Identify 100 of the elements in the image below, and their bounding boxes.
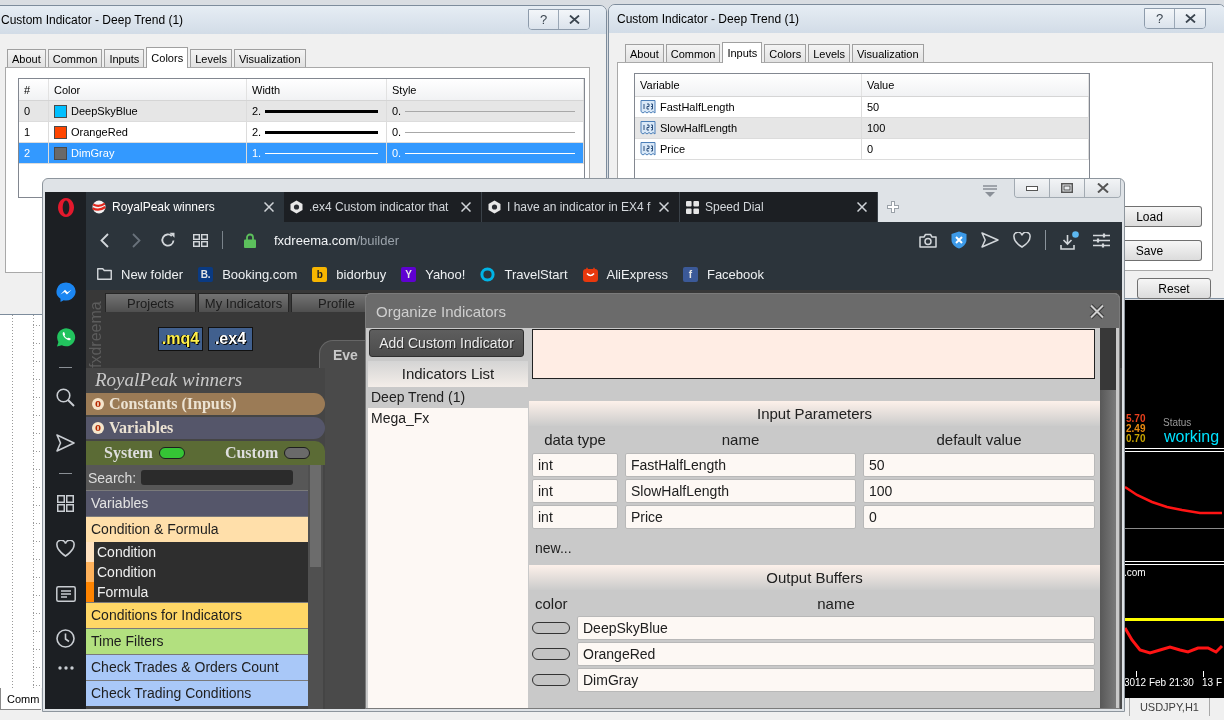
- send-icon[interactable]: [981, 232, 999, 248]
- reading-value: 2.49: [1126, 424, 1146, 434]
- input-field[interactable]: SlowHalfLength: [625, 479, 856, 503]
- file-button[interactable]: .ex4: [208, 327, 253, 351]
- tab[interactable]: Levels: [808, 44, 850, 62]
- clock-icon[interactable]: [56, 629, 75, 648]
- input-field[interactable]: int: [532, 505, 618, 529]
- column-header: Width: [247, 79, 387, 100]
- minimize-button[interactable]: [1015, 179, 1050, 197]
- status-value: working: [1164, 428, 1220, 446]
- column-header: Value: [862, 74, 1089, 96]
- add-indicator-button[interactable]: Add Custom Indicator: [369, 329, 524, 357]
- section-bar[interactable]: o Variables: [86, 417, 325, 439]
- bookmark-link[interactable]: New folder: [97, 266, 184, 282]
- input-field[interactable]: int: [532, 479, 618, 503]
- help-button[interactable]: ?: [1145, 9, 1175, 28]
- category-item[interactable]: Time Filters: [86, 628, 308, 654]
- plus-icon[interactable]: [886, 200, 900, 214]
- tab[interactable]: About: [625, 44, 664, 62]
- shield-icon[interactable]: [951, 231, 967, 249]
- close-button[interactable]: [1175, 9, 1205, 28]
- bookmark-link[interactable]: AliExpress: [582, 266, 668, 282]
- table-cell: 1: [19, 122, 49, 142]
- category-item[interactable]: Condition & Formula: [86, 516, 308, 542]
- maximize-button[interactable]: [1050, 179, 1085, 197]
- search-field[interactable]: [141, 470, 294, 485]
- grid-icon[interactable]: [57, 495, 74, 512]
- description-field[interactable]: [532, 329, 1095, 379]
- terminal-tab[interactable]: Comm: [0, 688, 41, 710]
- settings-icon[interactable]: [1093, 232, 1110, 248]
- chat-bubble-icon[interactable]: [55, 281, 76, 302]
- table-row[interactable]: 0 DeepSkyBlue 2. 0.: [19, 101, 584, 122]
- dialog-button[interactable]: Reset: [1137, 278, 1211, 299]
- help-button[interactable]: ?: [529, 10, 559, 29]
- section-bar[interactable]: o Constants (Inputs): [86, 393, 325, 415]
- color-picker[interactable]: [532, 648, 570, 660]
- color-picker[interactable]: [532, 674, 570, 686]
- heart-icon[interactable]: [56, 540, 75, 557]
- table-row[interactable]: SlowHalfLength 100: [635, 118, 1089, 139]
- close-icon[interactable]: [1089, 303, 1105, 319]
- input-field[interactable]: FastHalfLength: [625, 453, 856, 477]
- input-field[interactable]: 100: [863, 479, 1095, 503]
- list-item[interactable]: Deep Trend (1): [368, 387, 528, 408]
- bookmark-link[interactable]: B. Booking.com: [198, 266, 298, 282]
- new-parameter-link[interactable]: new...: [535, 539, 572, 556]
- bookmark-link[interactable]: b bidorbuy: [312, 266, 387, 282]
- input-field[interactable]: Price: [625, 505, 856, 529]
- input-field[interactable]: OrangeRed: [577, 642, 1095, 666]
- tab[interactable]: Inputs: [104, 49, 145, 67]
- tab[interactable]: Visualization: [851, 44, 924, 62]
- bookmark-link[interactable]: f Facebook: [682, 266, 765, 282]
- category-item[interactable]: Variables: [86, 490, 308, 516]
- download-icon[interactable]: [1060, 230, 1079, 250]
- table-row[interactable]: 1 OrangeRed 2. 0.: [19, 122, 584, 143]
- ball-icon: [92, 200, 106, 214]
- scrollbar[interactable]: [308, 465, 323, 709]
- tab[interactable]: Colors: [146, 47, 189, 68]
- tab[interactable]: Visualization: [233, 49, 306, 67]
- toggle-switch[interactable]: [158, 447, 185, 459]
- input-field[interactable]: int: [532, 453, 618, 477]
- toggle-switch[interactable]: [284, 447, 311, 459]
- category-item[interactable]: Check Trading Conditions: [86, 680, 308, 706]
- news-icon[interactable]: [55, 585, 76, 602]
- tab[interactable]: Common: [665, 44, 721, 62]
- browser-tab[interactable]: RoyalPeak winners: [86, 192, 284, 222]
- tab[interactable]: About: [7, 49, 46, 67]
- input-field[interactable]: 50: [863, 453, 1095, 477]
- phone-bubble-icon[interactable]: [55, 326, 76, 347]
- window-title: Custom Indicator - Deep Trend (1): [617, 11, 800, 28]
- category-item[interactable]: Conditions for Indicators: [86, 602, 308, 628]
- numeric-icon: [640, 120, 656, 136]
- heart-icon[interactable]: [1013, 232, 1031, 248]
- tab[interactable]: Levels: [190, 49, 232, 67]
- input-field[interactable]: DimGray: [577, 668, 1095, 692]
- camera-icon[interactable]: [919, 232, 937, 248]
- table-row[interactable]: Price 0: [635, 139, 1089, 160]
- ring-logo-icon[interactable]: [57, 197, 74, 217]
- list-item[interactable]: Mega_Fx: [368, 408, 528, 429]
- tab[interactable]: Inputs: [722, 42, 763, 63]
- bookmark-link[interactable]: Y Yahoo!: [401, 266, 466, 282]
- bookmark-link[interactable]: TravelStart: [480, 266, 568, 282]
- scrollbar[interactable]: [1100, 328, 1116, 708]
- close-button[interactable]: [1085, 179, 1120, 197]
- section-marker: o: [92, 398, 104, 410]
- tab[interactable]: Common: [47, 49, 103, 67]
- input-field[interactable]: DeepSkyBlue: [577, 616, 1095, 640]
- more-icon[interactable]: [57, 666, 74, 670]
- close-button[interactable]: [559, 10, 589, 29]
- input-field[interactable]: 0: [863, 505, 1095, 529]
- search-icon[interactable]: [56, 388, 75, 407]
- file-button[interactable]: .mq4: [158, 327, 203, 351]
- hexagon-icon: [488, 200, 501, 214]
- table-row[interactable]: FastHalfLength 50: [635, 97, 1089, 118]
- dialog-button[interactable]: Load: [1125, 206, 1202, 227]
- tab[interactable]: Colors: [764, 44, 807, 62]
- send-icon[interactable]: [56, 433, 75, 452]
- category-item[interactable]: Check Trades & Orders Count: [86, 654, 308, 680]
- url-field[interactable]: fxdreema.com/builder: [274, 232, 399, 248]
- dialog-button[interactable]: Save: [1125, 240, 1202, 261]
- color-picker[interactable]: [532, 622, 570, 634]
